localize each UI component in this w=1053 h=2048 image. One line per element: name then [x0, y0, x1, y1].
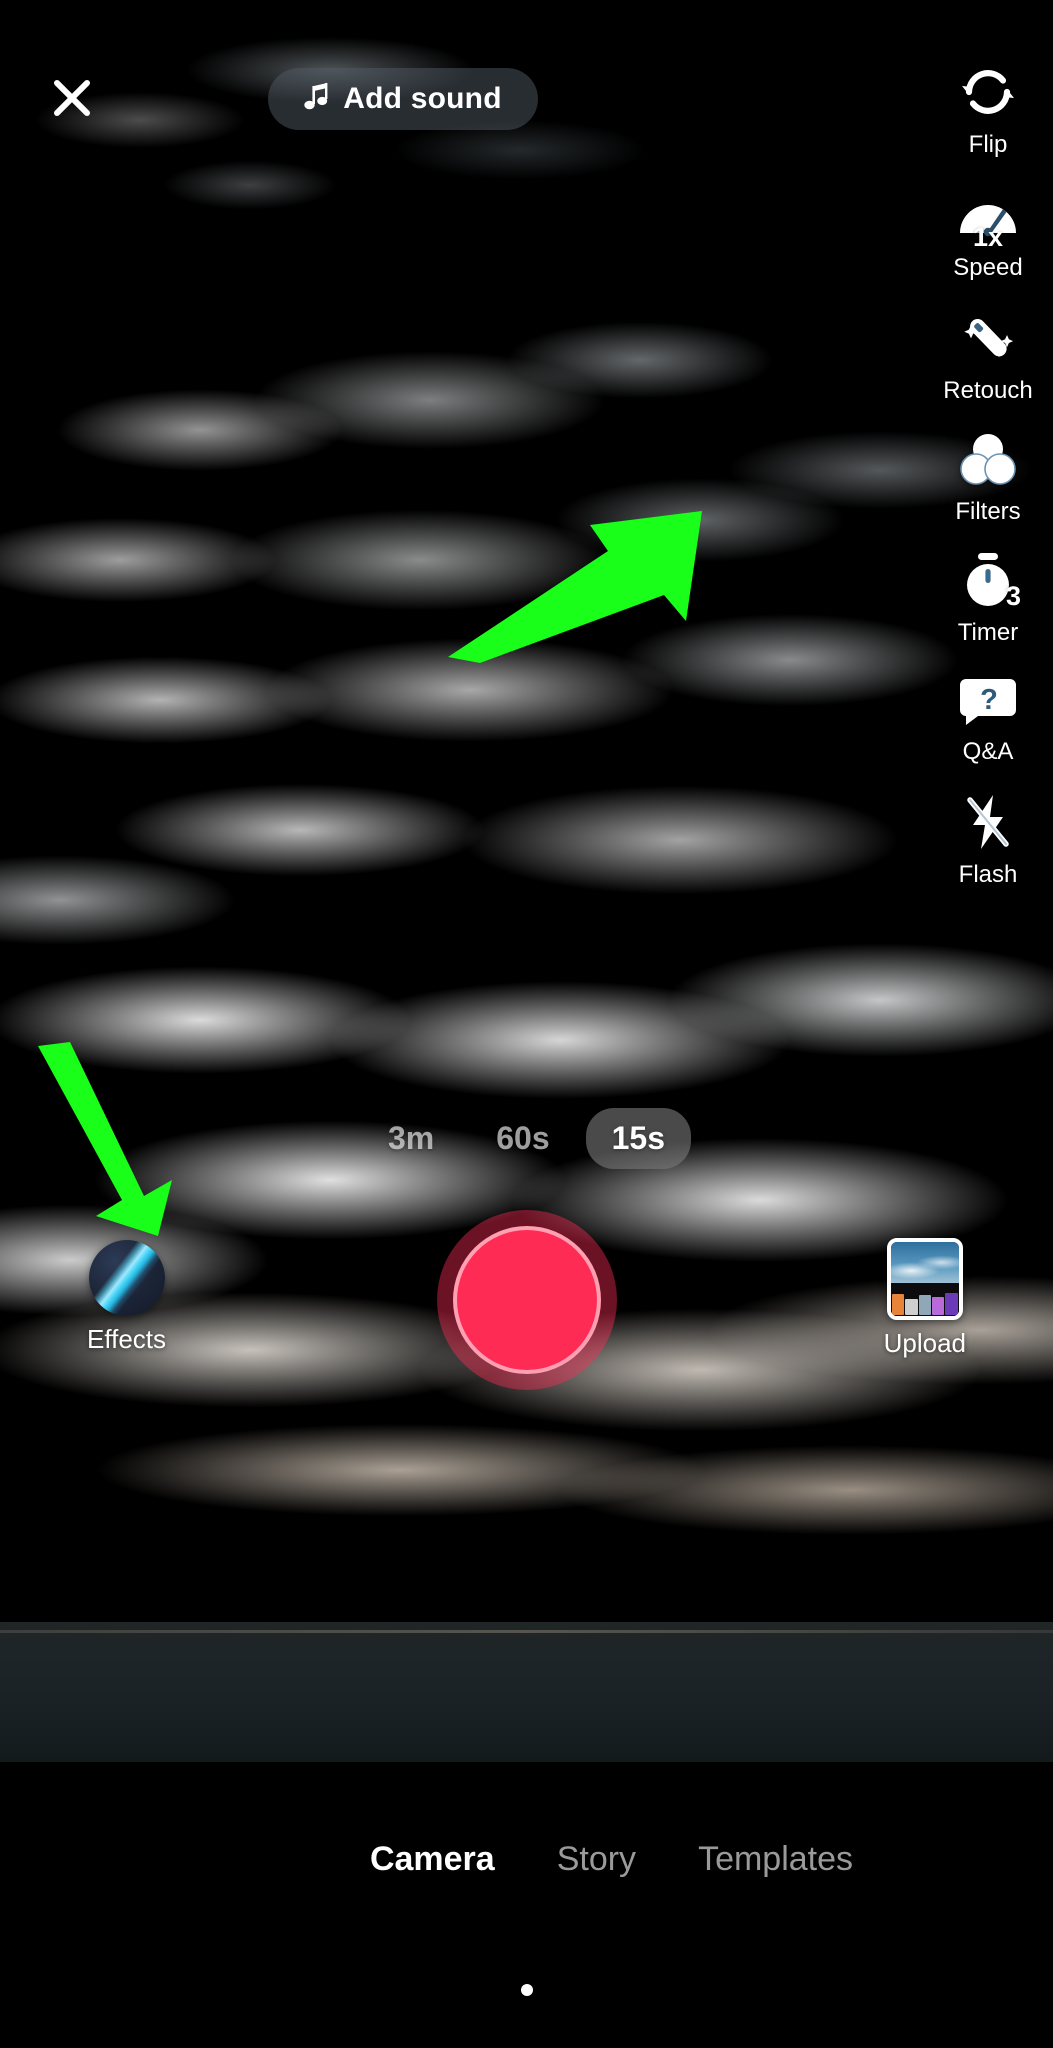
add-sound-button[interactable]: Add sound: [268, 68, 538, 130]
timer-value: 3: [1005, 581, 1021, 611]
music-note-icon: [304, 82, 330, 117]
rail-item-timer[interactable]: 3 Timer: [923, 546, 1053, 647]
gallery-thumbnail-icon: [886, 1238, 963, 1320]
cloud-layer-sunset: [0, 0, 1053, 1762]
rail-item-qa[interactable]: ? Q&A: [923, 665, 1053, 766]
camera-flip-icon: [954, 58, 1022, 126]
rail-item-flash[interactable]: Flash: [923, 788, 1053, 889]
tiktok-camera-screen: Add sound Flip 1x Speed Retouch Filters …: [0, 0, 1053, 2048]
capture-controls: Effects Upload: [0, 1210, 1053, 1410]
duration-selector: 3m 60s 15s: [0, 1108, 1053, 1169]
upload-label: Upload: [883, 1328, 966, 1358]
close-icon[interactable]: [44, 70, 100, 126]
add-sound-label: Add sound: [343, 82, 502, 115]
record-button-icon: [436, 1210, 617, 1390]
stopwatch-icon: 3: [954, 546, 1022, 614]
speedometer-icon: 1x: [954, 181, 1022, 252]
thumbnail-strip: [890, 1283, 959, 1316]
rail-label-flip: Flip: [968, 131, 1008, 158]
duration-option-60s[interactable]: 60s: [470, 1108, 575, 1169]
rail-item-retouch[interactable]: Retouch: [923, 304, 1053, 405]
flash-off-icon: [954, 788, 1022, 856]
tab-list: Camera Story Templates: [0, 1840, 1053, 1879]
speed-value: 1x: [972, 222, 1004, 252]
svg-text:?: ?: [980, 684, 998, 716]
upload-button[interactable]: Upload: [884, 1238, 966, 1359]
thumbnail-sky: [890, 1242, 959, 1284]
filters-circles-icon: [954, 425, 1022, 493]
tab-story[interactable]: Story: [557, 1840, 636, 1879]
effects-button[interactable]: Effects: [87, 1240, 166, 1355]
effects-orb-icon: [88, 1240, 165, 1316]
effects-label: Effects: [87, 1324, 167, 1354]
camera-viewfinder[interactable]: [0, 0, 1053, 1762]
horizon-treeline: [0, 1622, 1053, 1762]
rail-label-qa: Q&A: [962, 738, 1014, 765]
tab-templates[interactable]: Templates: [698, 1840, 853, 1879]
home-indicator: [520, 1984, 533, 1996]
record-button[interactable]: [436, 1210, 617, 1390]
rail-item-speed[interactable]: 1x Speed: [923, 181, 1053, 282]
rail-label-timer: Timer: [957, 619, 1019, 646]
rail-label-retouch: Retouch: [943, 377, 1033, 404]
record-inner-circle: [452, 1226, 601, 1374]
tab-camera[interactable]: Camera: [370, 1840, 495, 1879]
rail-label-filters: Filters: [955, 498, 1021, 525]
question-bubble-icon: ?: [954, 665, 1022, 733]
rail-label-speed: Speed: [953, 254, 1023, 281]
rail-item-filters[interactable]: Filters: [923, 425, 1053, 526]
magic-wand-icon: [954, 304, 1022, 372]
duration-option-3m[interactable]: 3m: [362, 1108, 460, 1169]
duration-option-15s[interactable]: 15s: [585, 1108, 692, 1169]
bottom-tab-bar: Camera Story Templates: [0, 1762, 1053, 2048]
rail-item-flip[interactable]: Flip: [923, 58, 1053, 159]
rail-label-flash: Flash: [958, 861, 1018, 888]
camera-tool-rail: Flip 1x Speed Retouch Filters 3 Timer ? …: [923, 58, 1053, 899]
